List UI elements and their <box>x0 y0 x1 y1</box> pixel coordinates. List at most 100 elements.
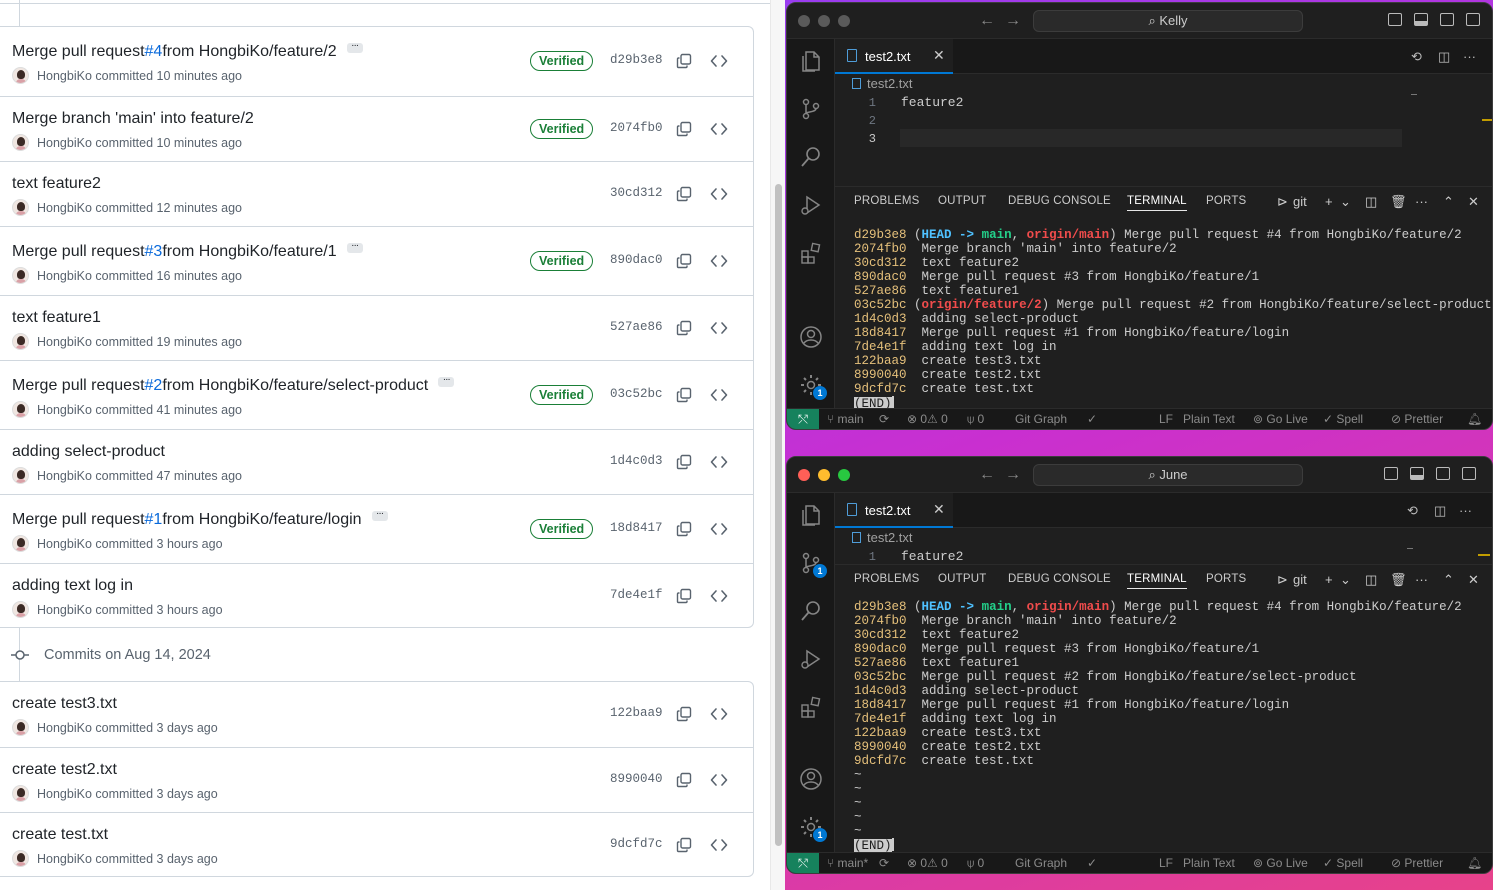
verified-badge[interactable]: Verified <box>530 384 594 405</box>
more-actions-icon[interactable]: ··· <box>1459 503 1472 518</box>
avatar[interactable] <box>12 850 29 867</box>
pull-request-link[interactable]: #4 <box>145 43 163 61</box>
avatar[interactable] <box>12 67 29 84</box>
minimize-window-button[interactable] <box>818 469 830 481</box>
commit-title[interactable]: create test2.txt <box>12 761 117 779</box>
command-center-search[interactable]: ⌕ Kelly <box>1033 10 1303 32</box>
toggle-secondary-sidebar-icon[interactable] <box>1436 467 1450 480</box>
close-panel-icon[interactable]: ✕ <box>1468 572 1479 588</box>
prettier-button[interactable]: ⊘ Prettier <box>1391 412 1443 426</box>
toggle-secondary-sidebar-icon[interactable] <box>1440 13 1454 26</box>
commit-sha-link[interactable]: 30cd312 <box>610 186 663 200</box>
tab-ports[interactable]: PORTS <box>1206 573 1246 585</box>
commit-sha-link[interactable]: 890dac0 <box>610 253 663 267</box>
editor-line-1[interactable]: feature2 <box>901 95 963 110</box>
commit-message[interactable]: adding text log in <box>12 577 133 595</box>
author-link[interactable]: HongbiKo <box>37 335 92 349</box>
forward-arrow-icon[interactable]: → <box>1005 466 1021 484</box>
commit-sha-link[interactable]: 7de4e1f <box>610 588 663 602</box>
avatar[interactable] <box>12 601 29 618</box>
author-link[interactable]: HongbiKo <box>37 269 92 283</box>
branch-indicator[interactable]: ⑂ main* <box>827 856 868 870</box>
command-center-search[interactable]: ⌕ June <box>1033 464 1303 486</box>
browse-code-icon[interactable] <box>710 588 728 604</box>
commit-title[interactable]: Merge branch 'main' into feature/2 <box>12 110 254 128</box>
commit-title-rest[interactable]: from HongbiKo/feature/select-product <box>162 377 428 395</box>
tab-ports[interactable]: PORTS <box>1206 195 1246 207</box>
verified-badge[interactable]: Verified <box>530 118 594 139</box>
prettier-button[interactable]: ⊘ Prettier <box>1391 856 1443 870</box>
commit-message[interactable]: Merge pull request #4 from HongbiKo/feat… <box>12 41 363 61</box>
expand-description-button[interactable]: ··· <box>346 241 363 253</box>
toggle-panel-icon[interactable] <box>1414 13 1428 26</box>
breadcrumb[interactable]: test2.txt <box>852 76 913 91</box>
author-link[interactable]: HongbiKo <box>37 469 92 483</box>
pull-request-link[interactable]: #1 <box>145 511 163 529</box>
scrollbar-thumb[interactable] <box>775 184 782 846</box>
sync-icon[interactable]: ⟳ <box>879 412 889 426</box>
accounts-icon[interactable] <box>799 325 823 349</box>
search-icon[interactable] <box>799 145 823 169</box>
extensions-icon[interactable] <box>799 241 823 265</box>
eol-indicator[interactable]: LF <box>1159 856 1173 870</box>
remote-indicator-icon[interactable]: ⤲ <box>787 853 819 873</box>
author-link[interactable]: HongbiKo <box>37 721 92 735</box>
warnings-indicator[interactable]: ⚠ 0 <box>927 412 948 426</box>
commit-title-rest[interactable]: from HongbiKo/feature/1 <box>162 243 336 261</box>
terminal-dropdown-icon[interactable]: ⌄ <box>1340 572 1351 588</box>
commit-title[interactable]: create test3.txt <box>12 695 117 713</box>
browse-code-icon[interactable] <box>710 706 728 722</box>
errors-indicator[interactable]: ⊗ 0 <box>907 856 927 870</box>
commit-sha-link[interactable]: d29b3e8 <box>610 53 663 67</box>
eol-indicator[interactable]: LF <box>1159 412 1173 426</box>
commit-title[interactable]: adding select-product <box>12 443 165 461</box>
author-link[interactable]: HongbiKo <box>37 136 92 150</box>
commit-message[interactable]: Merge pull request #3 from HongbiKo/feat… <box>12 241 363 261</box>
terminal-shell-label[interactable]: git <box>1293 572 1307 587</box>
new-terminal-icon[interactable]: + <box>1325 572 1333 587</box>
forward-arrow-icon[interactable]: → <box>1005 12 1021 30</box>
commit-message[interactable]: text feature1 <box>12 309 101 327</box>
commit-title[interactable]: Merge pull request <box>12 243 145 261</box>
commit-message[interactable]: create test3.txt <box>12 695 117 713</box>
split-terminal-icon[interactable]: ◫ <box>1365 194 1377 210</box>
warnings-indicator[interactable]: ⚠ 0 <box>927 856 948 870</box>
browse-code-icon[interactable] <box>710 387 728 403</box>
maximize-panel-icon[interactable]: ⌃ <box>1443 572 1454 588</box>
commit-title[interactable]: Merge pull request <box>12 511 145 529</box>
terminal-shell-label[interactable]: git <box>1293 194 1307 209</box>
run-debug-icon[interactable] <box>799 647 823 671</box>
explorer-icon[interactable] <box>799 49 823 73</box>
author-link[interactable]: HongbiKo <box>37 537 92 551</box>
tab-output[interactable]: OUTPUT <box>938 573 986 585</box>
expand-description-button[interactable]: ··· <box>346 41 363 53</box>
go-live-button[interactable]: ⊚ Go Live <box>1253 856 1308 870</box>
commit-message[interactable]: adding select-product <box>12 443 165 461</box>
more-panel-icon[interactable]: ··· <box>1415 572 1428 587</box>
notifications-bell-icon[interactable]: 🔔︎ <box>1467 412 1482 426</box>
tab-problems[interactable]: PROBLEMS <box>854 573 920 585</box>
close-panel-icon[interactable]: ✕ <box>1468 194 1479 210</box>
errors-indicator[interactable]: ⊗ 0 <box>907 412 927 426</box>
back-arrow-icon[interactable]: ← <box>979 12 995 30</box>
run-debug-icon[interactable] <box>799 193 823 217</box>
avatar[interactable] <box>12 467 29 484</box>
maximize-panel-icon[interactable]: ⌃ <box>1443 194 1454 210</box>
avatar[interactable] <box>12 267 29 284</box>
author-link[interactable]: HongbiKo <box>37 787 92 801</box>
editor-line-1[interactable]: feature2 <box>901 549 963 564</box>
author-link[interactable]: HongbiKo <box>37 403 92 417</box>
author-link[interactable]: HongbiKo <box>37 852 92 866</box>
new-terminal-icon[interactable]: + <box>1325 194 1333 209</box>
terminal-dropdown-icon[interactable]: ⌄ <box>1340 194 1351 210</box>
commit-title[interactable]: Merge pull request <box>12 43 145 61</box>
commit-title[interactable]: Merge pull request <box>12 377 145 395</box>
verified-badge[interactable]: Verified <box>530 50 594 71</box>
split-editor-icon[interactable]: ◫ <box>1438 49 1450 65</box>
kill-terminal-icon[interactable]: 🗑 <box>1390 572 1407 588</box>
language-mode[interactable]: Plain Text <box>1183 412 1235 426</box>
commit-message[interactable]: Merge pull request #2 from HongbiKo/feat… <box>12 375 455 395</box>
commit-sha-link[interactable]: 03c52bc <box>610 387 663 401</box>
accounts-icon[interactable] <box>799 767 823 791</box>
copy-sha-icon[interactable] <box>676 837 692 853</box>
